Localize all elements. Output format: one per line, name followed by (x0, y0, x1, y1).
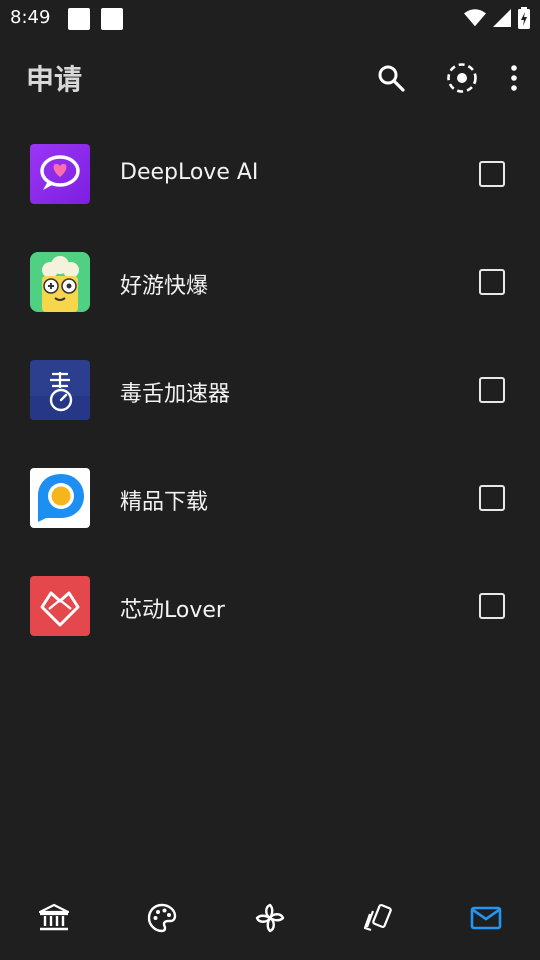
chat-heart-icon (30, 144, 90, 204)
app-name: 毒舌加速器 (120, 382, 231, 407)
search-button[interactable] (373, 60, 409, 96)
speed-meter-icon (30, 360, 90, 420)
status-time: 8:49 (10, 7, 51, 28)
app-checkbox[interactable] (479, 377, 505, 403)
p-logo-icon (30, 468, 90, 528)
screen: 8:49 申请 DeepLove AI 好游快爆 毒舌加速器 精品下载 芯动Lo… (0, 0, 540, 960)
select-all-button[interactable] (444, 60, 480, 96)
nav-palette[interactable] (142, 898, 182, 938)
bank-icon (38, 903, 70, 931)
app-bar-actions (373, 60, 522, 96)
list-item[interactable]: 精品下载 (0, 444, 540, 552)
app-checkbox[interactable] (479, 161, 505, 187)
mail-icon (470, 906, 502, 930)
nav-cards[interactable] (358, 898, 398, 938)
wifi-icon (464, 8, 486, 28)
app-checkbox[interactable] (479, 485, 505, 511)
more-options-button[interactable] (506, 60, 522, 96)
popcorn-gamepad-icon (30, 252, 90, 312)
status-indicators (464, 7, 530, 29)
more-vert-icon (511, 65, 517, 91)
nav-bank[interactable] (34, 898, 74, 938)
battery-charging-icon (518, 7, 530, 29)
notification-square-icon (101, 8, 123, 30)
list-item[interactable]: 毒舌加速器 (0, 336, 540, 444)
app-name: 好游快爆 (120, 274, 209, 299)
page-title: 申请 (26, 63, 83, 96)
app-checkbox[interactable] (479, 269, 505, 295)
app-name: DeepLove AI (120, 160, 259, 185)
bottom-navigation (0, 884, 540, 960)
app-name: 精品下载 (120, 490, 209, 515)
notification-square-icon (68, 8, 90, 30)
pinwheel-icon (255, 903, 285, 933)
app-list: DeepLove AI 好游快爆 毒舌加速器 精品下载 芯动Lover (0, 120, 540, 660)
status-bar: 8:49 (0, 0, 540, 38)
cell-signal-icon (492, 8, 512, 28)
app-checkbox[interactable] (479, 593, 505, 619)
list-item[interactable]: DeepLove AI (0, 120, 540, 228)
app-name: 芯动Lover (120, 598, 225, 623)
app-bar: 申请 (0, 38, 540, 118)
nav-mail[interactable] (466, 898, 506, 938)
cards-icon (363, 903, 392, 932)
select-circle-icon (447, 63, 477, 93)
palette-icon (147, 903, 177, 933)
nav-pinwheel[interactable] (250, 898, 290, 938)
list-item[interactable]: 芯动Lover (0, 552, 540, 660)
search-icon (378, 65, 405, 92)
heart-outline-icon (30, 576, 90, 636)
list-item[interactable]: 好游快爆 (0, 228, 540, 336)
